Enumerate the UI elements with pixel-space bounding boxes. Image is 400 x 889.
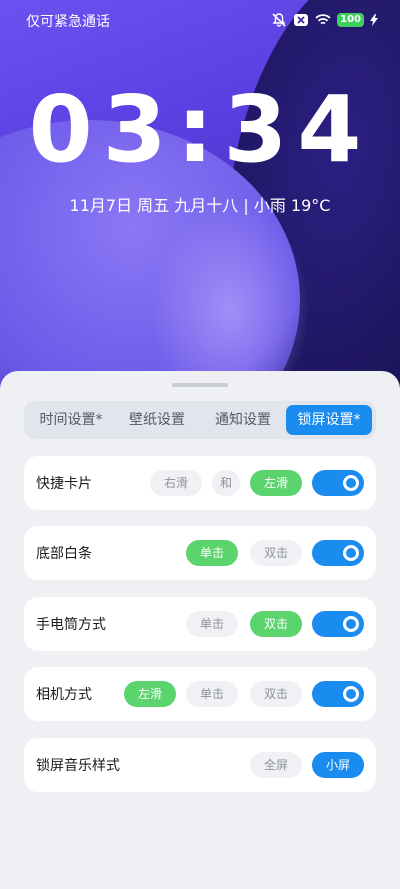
swipe-right-option[interactable]: 右滑: [150, 470, 202, 496]
small-screen-option[interactable]: 小屏: [312, 752, 364, 778]
single-tap-option[interactable]: 单击: [186, 681, 238, 707]
status-bar: 仅可紧急通话 100: [0, 0, 400, 40]
fullscreen-option[interactable]: 全屏: [250, 752, 302, 778]
emergency-call-only-text: 仅可紧急通话: [26, 14, 110, 30]
single-tap-option[interactable]: 单击: [186, 611, 238, 637]
shortcut-card-toggle[interactable]: [312, 470, 364, 496]
shortcut-card-label: 快捷卡片: [36, 476, 92, 492]
lockscreen-date-weather: 11月7日 周五 九月十八 | 小雨 19°C: [69, 196, 331, 215]
swipe-left-option[interactable]: 左滑: [124, 681, 176, 707]
battery-level-badge: 100: [337, 13, 364, 27]
shortcut-card-setting: 快捷卡片 右滑 和 左滑: [24, 456, 376, 510]
camera-toggle[interactable]: [312, 681, 364, 707]
wifi-icon: [315, 14, 331, 25]
mute-bell-icon: [272, 13, 286, 27]
tab-time-settings[interactable]: 时间设置*: [28, 405, 114, 435]
tab-wallpaper-settings[interactable]: 壁纸设置: [114, 405, 200, 435]
swipe-left-option[interactable]: 左滑: [250, 470, 302, 496]
camera-setting: 相机方式 左滑 单击 双击: [24, 667, 376, 721]
bottom-bar-label: 底部白条: [36, 546, 92, 562]
camera-label: 相机方式: [36, 687, 92, 703]
bottom-bar-toggle[interactable]: [312, 540, 364, 566]
tab-notification-settings[interactable]: 通知设置: [200, 405, 286, 435]
flashlight-toggle[interactable]: [312, 611, 364, 637]
flashlight-setting: 手电筒方式 单击 双击: [24, 597, 376, 651]
double-tap-option[interactable]: 双击: [250, 540, 302, 566]
music-style-label: 锁屏音乐样式: [36, 758, 120, 774]
double-tap-option[interactable]: 双击: [250, 611, 302, 637]
no-sim-icon: [294, 14, 309, 26]
double-tap-option[interactable]: 双击: [250, 681, 302, 707]
charging-bolt-icon: [370, 14, 378, 26]
lockscreen-music-style-setting: 锁屏音乐样式 全屏 小屏: [24, 738, 376, 792]
single-tap-option[interactable]: 单击: [186, 540, 238, 566]
tab-lockscreen-settings[interactable]: 锁屏设置*: [286, 405, 372, 435]
lockscreen-clock: 03:34: [28, 76, 372, 183]
settings-tabs: 时间设置* 壁纸设置 通知设置 锁屏设置*: [24, 401, 376, 439]
settings-sheet: 时间设置* 壁纸设置 通知设置 锁屏设置* 快捷卡片 右滑 和 左滑 底部白条 …: [0, 371, 400, 889]
and-connector: 和: [212, 470, 240, 496]
bottom-bar-setting: 底部白条 单击 双击: [24, 526, 376, 580]
flashlight-label: 手电筒方式: [36, 617, 106, 633]
sheet-drag-handle[interactable]: [172, 383, 228, 387]
